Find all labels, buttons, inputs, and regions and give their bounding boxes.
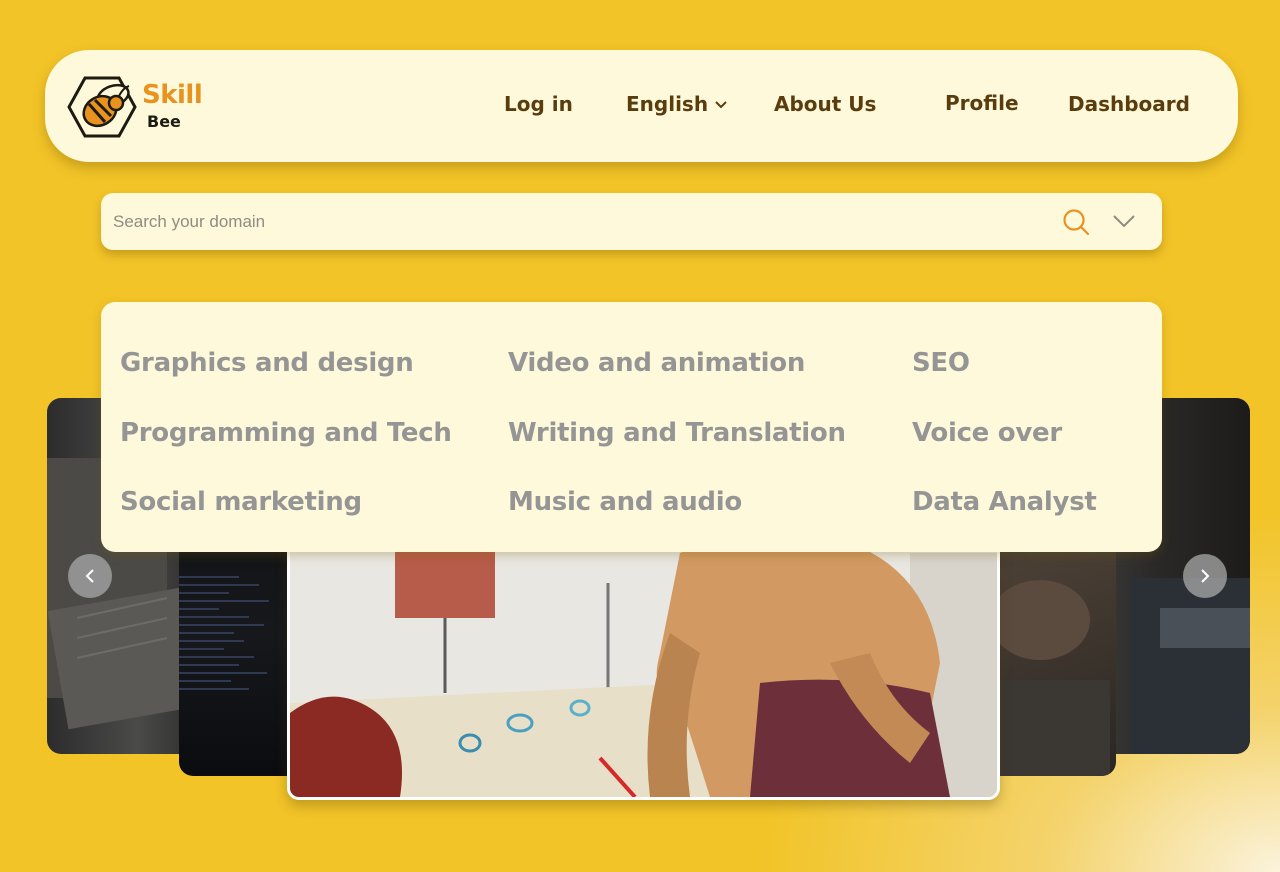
domain-option[interactable]: Voice over <box>912 418 1062 448</box>
top-navigation-bar: Skill Bee Log in English About Us Profil… <box>45 50 1238 162</box>
language-selector[interactable]: English <box>626 92 728 116</box>
bee-hexagon-icon <box>67 76 137 138</box>
carousel-prev-button[interactable] <box>68 554 112 598</box>
code-screen-image <box>179 570 289 690</box>
domain-search-input[interactable] <box>113 203 1013 240</box>
domain-search-bar <box>101 193 1162 250</box>
chevron-down-icon <box>715 101 727 109</box>
brand-name-bee: Bee <box>147 112 181 131</box>
domain-option[interactable]: Data Analyst <box>912 487 1097 517</box>
brand-name-skill: Skill <box>142 80 203 110</box>
nav-dashboard-link[interactable]: Dashboard <box>1068 92 1190 116</box>
chevron-right-icon <box>1201 569 1210 583</box>
nav-login-link[interactable]: Log in <box>504 92 573 116</box>
domain-option[interactable]: SEO <box>912 348 970 378</box>
domain-option[interactable]: Video and animation <box>508 348 805 378</box>
domain-option[interactable]: Social marketing <box>120 487 362 517</box>
nav-about-us-link[interactable]: About Us <box>774 92 876 116</box>
search-icon[interactable] <box>1062 208 1090 236</box>
domain-option[interactable]: Programming and Tech <box>120 418 452 448</box>
domain-dropdown-menu: Graphics and design Programming and Tech… <box>101 302 1162 552</box>
skill-bee-logo[interactable]: Skill Bee <box>67 74 207 140</box>
domain-option[interactable]: Graphics and design <box>120 348 414 378</box>
language-label: English <box>626 92 709 116</box>
nav-profile-link[interactable]: Profile <box>945 91 1019 115</box>
carousel-next-button[interactable] <box>1183 554 1227 598</box>
domain-option[interactable]: Music and audio <box>508 487 742 517</box>
domain-option[interactable]: Writing and Translation <box>508 418 846 448</box>
chevron-down-icon[interactable] <box>1112 212 1136 230</box>
chevron-left-icon <box>85 569 94 583</box>
